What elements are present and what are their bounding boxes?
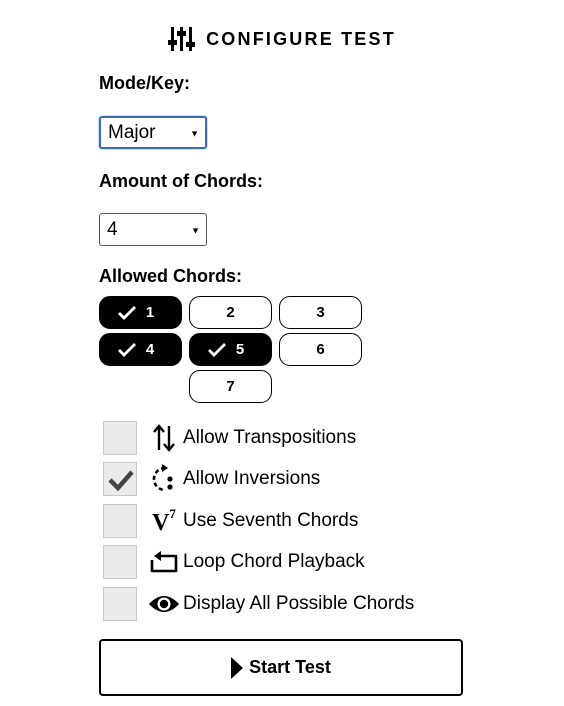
seventh-chord-icon: V7 [147,504,181,538]
display-all-possible-chords-label: Display All Possible Chords [183,593,415,614]
chord-toggle-label: 5 [235,341,245,358]
play-icon [231,656,244,679]
loop-chord-playback-checkbox[interactable] [103,545,137,579]
page-header: CONFIGURE TEST [0,26,564,52]
chord-toggle-label: 1 [145,304,155,321]
check-icon [207,342,226,357]
eye-icon [147,587,181,621]
option-allow-inversions[interactable]: Allow Inversions [103,461,320,497]
chord-toggle-2[interactable]: 2 [189,296,272,329]
allowed-chords-label: Allowed Chords: [99,266,242,286]
dropdown-arrow-icon: ▼ [191,225,200,235]
chord-toggle-label: 7 [226,378,235,395]
amount-of-chords-value: 4 [107,218,118,240]
chord-toggle-label: 6 [316,341,325,358]
allow-inversions-checkbox[interactable] [103,462,137,496]
chord-toggle-5[interactable]: 5 [189,333,272,366]
dropdown-arrow-icon: ▼ [190,128,199,138]
chord-toggle-label: 2 [226,304,235,321]
display-all-possible-chords-checkbox[interactable] [103,587,137,621]
option-display-all-possible-chords[interactable]: Display All Possible Chords [103,586,414,622]
chord-toggle-label: 4 [145,341,155,358]
allow-transpositions-label: Allow Transpositions [183,427,357,448]
loop-chord-playback-label: Loop Chord Playback [183,551,365,572]
chord-toggle-4[interactable]: 4 [99,333,182,366]
use-seventh-chords-label: Use Seventh Chords [183,510,359,531]
allow-inversions-label: Allow Inversions [183,468,321,489]
option-use-seventh-chords[interactable]: V7 Use Seventh Chords [103,503,358,539]
chord-toggle-label: 3 [316,304,325,321]
amount-of-chords-select[interactable]: 4 ▼ [99,213,207,246]
sliders-icon [168,27,196,51]
mode-key-value: Major [108,121,156,143]
checkmark-icon [108,470,134,491]
option-allow-transpositions[interactable]: Allow Transpositions [103,420,356,456]
use-seventh-chords-checkbox[interactable] [103,504,137,538]
mode-key-label: Mode/Key: [99,73,191,93]
amount-of-chords-label: Amount of Chords: [99,171,263,191]
page-title: CONFIGURE TEST [206,28,396,49]
start-test-button[interactable]: Start Test [99,639,463,696]
chord-toggle-6[interactable]: 6 [279,333,362,366]
option-loop-chord-playback[interactable]: Loop Chord Playback [103,544,365,580]
check-icon [117,342,136,357]
inversion-icon [147,462,181,496]
seventh-chord-icon-superscript: 7 [169,505,176,521]
seventh-chord-icon-numeral: V [152,509,170,536]
loop-icon [147,545,181,579]
allow-transpositions-checkbox[interactable] [103,421,137,455]
chord-toggle-3[interactable]: 3 [279,296,362,329]
start-test-label: Start Test [249,657,331,677]
chord-toggle-1[interactable]: 1 [99,296,182,329]
check-icon [117,305,136,320]
transpose-arrows-icon [147,421,181,455]
mode-key-select[interactable]: Major ▼ [99,116,207,149]
chord-toggle-7[interactable]: 7 [189,370,272,403]
